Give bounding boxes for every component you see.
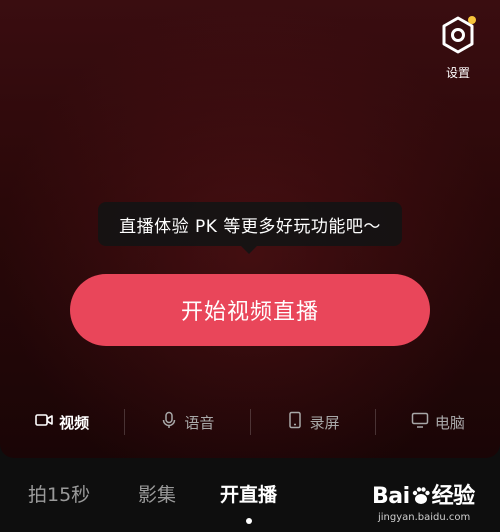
tab-album[interactable]: 影集 <box>138 480 176 507</box>
active-tab-indicator <box>246 518 252 524</box>
tab-shoot-15s[interactable]: 拍15秒 <box>28 480 90 507</box>
mode-video-label: 视频 <box>59 413 90 432</box>
mode-screen-record-label: 录屏 <box>309 413 340 432</box>
monitor-icon <box>411 411 429 433</box>
paw-icon <box>410 485 432 507</box>
start-button-label: 开始视频直播 <box>180 300 319 325</box>
mode-voice-label: 语音 <box>184 413 215 432</box>
settings-button[interactable]: 设置 <box>434 16 482 80</box>
baidu-jingyan-watermark: Bai 经验 jingyan.baidu.com <box>372 478 496 528</box>
microphone-icon <box>160 411 178 433</box>
mode-screen-record[interactable]: 录屏 <box>251 404 375 440</box>
mode-computer-label: 电脑 <box>434 413 465 432</box>
live-mode-selector: 视频 语音 录屏 电脑 <box>0 404 500 440</box>
watermark-site: jingyan.baidu.com <box>378 512 471 523</box>
tooltip-text: 直播体验 PK 等更多好玩功能吧～ <box>119 216 381 237</box>
mode-voice[interactable]: 语音 <box>125 404 249 440</box>
mode-video[interactable]: 视频 <box>0 404 124 440</box>
tab-go-live[interactable]: 开直播 <box>220 480 277 507</box>
logo-text-left: Bai <box>372 484 410 509</box>
camera-preview: 设置 直播体验 PK 等更多好玩功能吧～ 开始视频直播 视频 语音 录屏 电脑 <box>0 0 500 458</box>
feature-tooltip: 直播体验 PK 等更多好玩功能吧～ <box>98 202 402 254</box>
mode-computer[interactable]: 电脑 <box>376 404 500 440</box>
settings-label: 设置 <box>445 66 470 80</box>
baidu-logo: Bai 经验 <box>372 478 496 510</box>
notification-dot <box>468 16 476 24</box>
phone-screen-icon <box>286 411 304 433</box>
video-camera-icon <box>35 411 53 433</box>
logo-text-right: 经验 <box>431 484 476 509</box>
start-video-live-button[interactable]: 开始视频直播 <box>70 274 430 346</box>
